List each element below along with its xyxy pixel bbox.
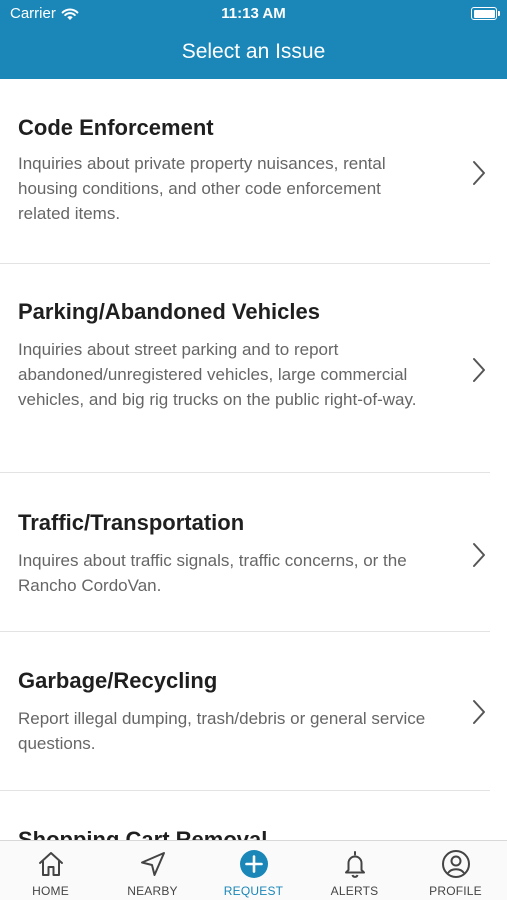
issue-title: Code Enforcement (18, 115, 214, 140)
chevron-right-icon (473, 700, 485, 724)
issue-description: Inquires about traffic signals, traffic … (18, 551, 407, 595)
issue-title: Parking/Abandoned Vehicles (18, 299, 320, 324)
tab-label: HOME (32, 884, 69, 898)
issue-item-code-enforcement[interactable]: Code Enforcement Inquiries about private… (0, 79, 490, 264)
status-bar: Carrier 11:13 AM (0, 0, 507, 28)
tab-request[interactable]: REQUEST (203, 841, 304, 900)
tab-label: REQUEST (223, 884, 284, 898)
issue-item-traffic[interactable]: Traffic/Transportation Inquires about tr… (0, 473, 490, 632)
tab-bar: HOME NEARBY REQUEST ALERTS PROFILE (0, 840, 507, 900)
tab-profile[interactable]: PROFILE (405, 841, 506, 900)
tab-home[interactable]: HOME (0, 841, 101, 900)
tab-label: NEARBY (127, 884, 178, 898)
chevron-right-icon (473, 543, 485, 567)
status-time: 11:13 AM (221, 5, 286, 22)
tab-alerts[interactable]: ALERTS (304, 841, 405, 900)
page-title: Select an Issue (181, 40, 326, 63)
plus-circle-icon (239, 850, 268, 878)
tab-label: ALERTS (330, 884, 379, 898)
home-icon (38, 852, 63, 876)
issue-title: Garbage/Recycling (18, 668, 218, 693)
battery-icon (471, 7, 500, 20)
user-circle-icon (441, 850, 470, 878)
issue-list[interactable]: Code Enforcement Inquiries about private… (0, 79, 507, 840)
issue-item-garbage[interactable]: Garbage/Recycling Report illegal dumping… (0, 632, 490, 791)
issue-description: Inquiries about street parking and to re… (18, 340, 417, 409)
tab-label: PROFILE (429, 884, 482, 898)
app-header: Carrier 11:13 AM Select an Issue (0, 0, 507, 79)
issue-description: Report illegal dumping, trash/debris or … (18, 709, 426, 753)
location-arrow-icon (140, 852, 165, 876)
issue-item-shopping-cart[interactable]: Shopping Cart Removal (0, 791, 490, 840)
chevron-right-icon (473, 358, 485, 382)
issue-item-parking[interactable]: Parking/Abandoned Vehicles Inquiries abo… (0, 264, 490, 473)
chevron-right-icon (473, 161, 485, 185)
bell-icon (344, 851, 365, 878)
issue-description: Inquiries about private property nuisanc… (18, 154, 386, 223)
issue-title: Traffic/Transportation (18, 510, 245, 535)
tab-nearby[interactable]: NEARBY (102, 841, 203, 900)
issue-title: Shopping Cart Removal (18, 827, 268, 840)
